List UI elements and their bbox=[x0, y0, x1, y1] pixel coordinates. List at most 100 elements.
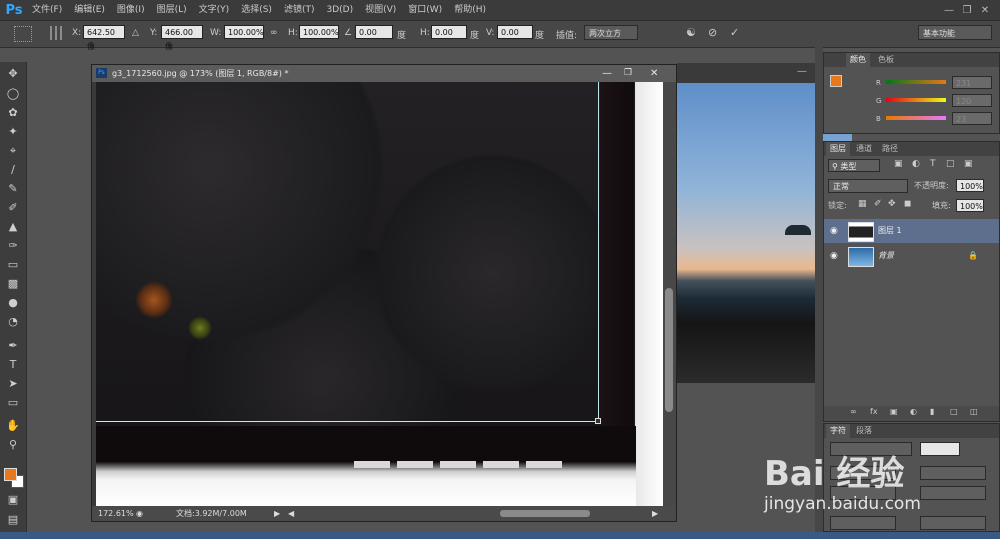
horizontal-scroll-thumb[interactable] bbox=[500, 510, 590, 517]
y-input[interactable]: 466.00 像 bbox=[161, 25, 203, 51]
filter-shape-icon[interactable]: □ bbox=[946, 159, 955, 169]
vertical-scrollbar[interactable] bbox=[663, 82, 676, 506]
brush-tool-icon[interactable]: ✐ bbox=[4, 200, 22, 216]
menu-select[interactable]: 选择(S) bbox=[235, 0, 278, 20]
export-icon[interactable]: ◉ bbox=[136, 506, 143, 521]
layer-name[interactable]: 背景 bbox=[878, 244, 894, 268]
font-style-select[interactable] bbox=[920, 442, 960, 456]
horizontal-scale-field[interactable] bbox=[920, 516, 986, 530]
font-family-select[interactable] bbox=[830, 442, 912, 456]
menu-help[interactable]: 帮助(H) bbox=[448, 0, 492, 20]
link-layers-icon[interactable]: ∞ bbox=[850, 407, 857, 416]
filter-smart-icon[interactable]: ▣ bbox=[964, 159, 973, 169]
eyedropper-icon[interactable]: ∕ bbox=[4, 162, 22, 178]
transform-tool-icon[interactable] bbox=[14, 26, 32, 42]
w-input[interactable]: 100.00% bbox=[224, 25, 264, 39]
canvas[interactable] bbox=[96, 82, 663, 506]
transform-bounding-box[interactable] bbox=[96, 82, 599, 422]
layer-name[interactable]: 图层 1 bbox=[878, 219, 902, 243]
lock-position-icon[interactable]: ✥ bbox=[888, 199, 896, 209]
menu-file[interactable]: 文件(F) bbox=[26, 0, 68, 20]
reference-point-icon[interactable] bbox=[50, 26, 64, 40]
doc2-minimize-icon[interactable]: — bbox=[797, 66, 807, 77]
status-menu-arrow-icon[interactable]: ▶ bbox=[274, 506, 280, 521]
leading-field[interactable] bbox=[920, 466, 986, 480]
commit-icon[interactable]: ✓ bbox=[730, 26, 739, 39]
transform-handle[interactable] bbox=[595, 418, 601, 424]
tab-paragraph[interactable]: 段落 bbox=[852, 424, 876, 438]
filter-image-icon[interactable]: ▣ bbox=[894, 159, 903, 169]
slider-b[interactable] bbox=[886, 116, 946, 120]
blur-tool-icon[interactable]: ● bbox=[4, 295, 22, 311]
layer-row-1[interactable]: ◉ 图层 1 bbox=[824, 219, 999, 243]
visibility-eye-icon[interactable]: ◉ bbox=[830, 219, 838, 243]
tab-swatches[interactable]: 色板 bbox=[874, 53, 898, 67]
channel-g-value[interactable]: 120 bbox=[952, 94, 992, 107]
document-window[interactable]: Ps g3_1712560.jpg @ 173% (图层 1, RGB/8#) … bbox=[91, 64, 677, 522]
quick-mask-icon[interactable]: ▣ bbox=[4, 492, 22, 508]
channel-r-value[interactable]: 231 bbox=[952, 76, 992, 89]
tab-color[interactable]: 颜色 bbox=[846, 53, 870, 67]
kerning-field[interactable] bbox=[830, 486, 896, 500]
tracking-field[interactable] bbox=[920, 486, 986, 500]
hand-tool-icon[interactable]: ✋ bbox=[4, 418, 22, 434]
pen-tool-icon[interactable]: ✒ bbox=[4, 338, 22, 354]
gradient-tool-icon[interactable]: ▩ bbox=[4, 276, 22, 292]
scroll-left-icon[interactable]: ◀ bbox=[288, 506, 294, 521]
fill-input[interactable]: 100% bbox=[956, 199, 984, 212]
tab-channels[interactable]: 通道 bbox=[852, 142, 876, 156]
menu-view[interactable]: 视图(V) bbox=[359, 0, 402, 20]
marquee-tool-icon[interactable]: ◯ bbox=[4, 86, 22, 102]
menu-edit[interactable]: 编辑(E) bbox=[68, 0, 111, 20]
menu-3d[interactable]: 3D(D) bbox=[320, 0, 359, 20]
eraser-tool-icon[interactable]: ▭ bbox=[4, 257, 22, 273]
tab-paths[interactable]: 路径 bbox=[878, 142, 902, 156]
history-brush-icon[interactable]: ✑ bbox=[4, 238, 22, 254]
lock-all-icon[interactable]: ◼ bbox=[904, 199, 911, 209]
minimize-icon[interactable]: — bbox=[940, 3, 958, 17]
crop-tool-icon[interactable]: ⌖ bbox=[4, 143, 22, 159]
screen-mode-icon[interactable]: ▤ bbox=[4, 512, 22, 528]
menu-layer[interactable]: 图层(L) bbox=[151, 0, 193, 20]
filter-type-icon[interactable]: T bbox=[930, 159, 936, 169]
opacity-input[interactable]: 100% bbox=[956, 179, 984, 192]
lasso-tool-icon[interactable]: ✿ bbox=[4, 105, 22, 121]
rectangle-tool-icon[interactable]: ▭ bbox=[4, 395, 22, 411]
channel-b-value[interactable]: 23 bbox=[952, 112, 992, 125]
fx-icon[interactable]: fx bbox=[870, 407, 878, 416]
dodge-tool-icon[interactable]: ◔ bbox=[4, 314, 22, 330]
move-tool-icon[interactable]: ✥ bbox=[4, 66, 22, 82]
scroll-right-icon[interactable]: ▶ bbox=[652, 506, 658, 521]
zoom-level[interactable]: 172.61% bbox=[98, 506, 134, 521]
restore-icon[interactable]: ❐ bbox=[958, 3, 976, 17]
magic-wand-icon[interactable]: ✦ bbox=[4, 124, 22, 140]
delta-icon[interactable]: △ bbox=[132, 28, 139, 38]
new-layer-icon[interactable]: □ bbox=[950, 407, 958, 416]
tab-character[interactable]: 字符 bbox=[826, 424, 850, 438]
healing-brush-icon[interactable]: ✎ bbox=[4, 181, 22, 197]
angle-input[interactable]: 0.00 bbox=[355, 25, 393, 39]
lock-transparent-icon[interactable]: ▦ bbox=[858, 199, 867, 209]
blend-mode-select[interactable]: 正常 bbox=[828, 179, 908, 193]
lock-pixels-icon[interactable]: ✐ bbox=[874, 199, 882, 209]
layer-row-background[interactable]: ◉ 背景 🔒 bbox=[824, 244, 999, 268]
link-icon[interactable]: ∞ bbox=[270, 28, 278, 38]
visibility-eye-icon[interactable]: ◉ bbox=[830, 244, 838, 268]
font-size-field[interactable] bbox=[830, 466, 896, 480]
adjustment-icon[interactable]: ◐ bbox=[910, 407, 917, 416]
trash-icon[interactable]: ◫ bbox=[970, 407, 978, 416]
menu-window[interactable]: 窗口(W) bbox=[402, 0, 448, 20]
vertical-scroll-thumb[interactable] bbox=[665, 288, 673, 412]
x-input[interactable]: 642.50 像 bbox=[83, 25, 125, 51]
vskew-input[interactable]: 0.00 bbox=[497, 25, 533, 39]
h-input[interactable]: 100.00% bbox=[299, 25, 339, 39]
interp-select[interactable]: 两次立方 bbox=[584, 25, 638, 40]
workspace-select[interactable]: 基本功能 bbox=[918, 25, 992, 40]
menu-image[interactable]: 图像(I) bbox=[111, 0, 151, 20]
doc-close-icon[interactable]: ✕ bbox=[650, 65, 658, 82]
slider-g[interactable] bbox=[886, 98, 946, 102]
type-tool-icon[interactable]: T bbox=[4, 357, 22, 373]
tab-layers[interactable]: 图层 bbox=[826, 142, 850, 156]
clone-stamp-icon[interactable]: ▲ bbox=[4, 219, 22, 235]
path-selection-icon[interactable]: ➤ bbox=[4, 376, 22, 392]
